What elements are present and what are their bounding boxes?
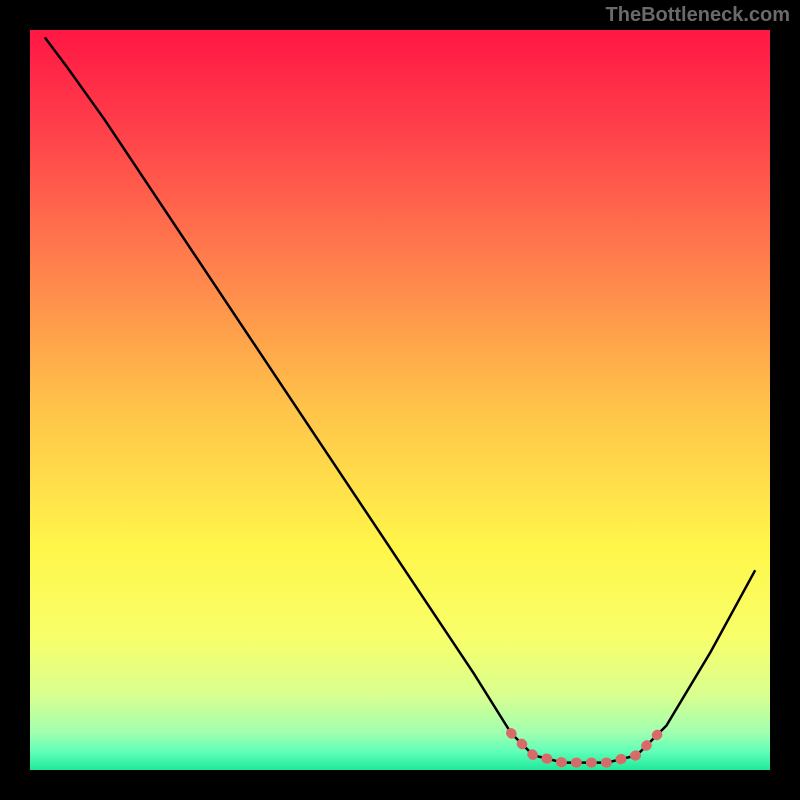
chart-plot-area: [30, 30, 770, 770]
chart-background: [30, 30, 770, 770]
chart-svg: [30, 30, 770, 770]
watermark-text: TheBottleneck.com: [606, 4, 790, 27]
